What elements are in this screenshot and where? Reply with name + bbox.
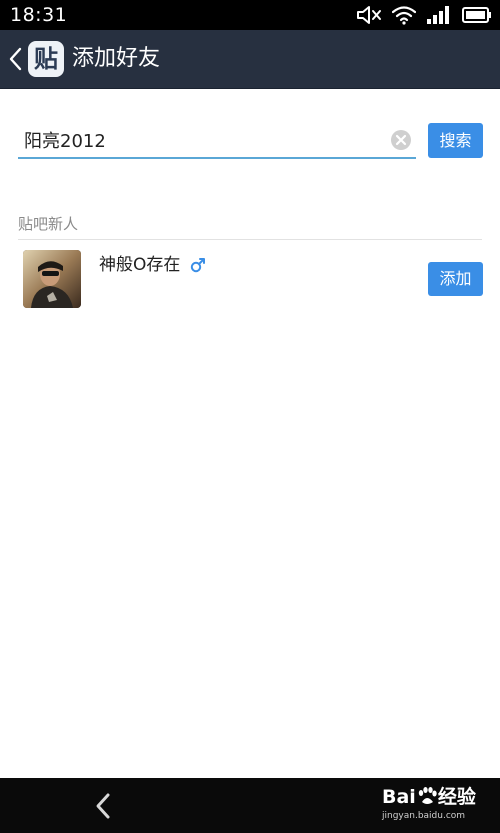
battery-icon	[462, 7, 491, 23]
watermark-url: jingyan.baidu.com	[382, 811, 466, 821]
list-item[interactable]: 神般O存在 ♂ 添加	[0, 240, 500, 316]
app-header: 贴 添加好友	[0, 30, 500, 89]
watermark-logo: Bai 经验	[382, 786, 476, 808]
user-name[interactable]: 神般O存在	[99, 253, 180, 277]
status-bar: 18:31	[0, 0, 500, 30]
search-input[interactable]	[18, 122, 384, 157]
signal-icon	[427, 6, 449, 24]
section-title: 贴吧新人	[18, 215, 79, 233]
baidu-watermark: Bai 经验 jingyan.baidu.com	[382, 782, 494, 828]
page-title: 添加好友	[72, 46, 161, 71]
clear-icon[interactable]	[390, 129, 412, 151]
search-box	[18, 122, 416, 159]
status-icons	[356, 4, 492, 26]
nav-back-icon[interactable]	[92, 792, 114, 820]
male-icon	[190, 258, 205, 273]
tieba-logo: 贴	[28, 41, 64, 77]
mute-icon	[357, 6, 381, 24]
avatar[interactable]	[23, 250, 81, 308]
nav-bar: Bai 经验 jingyan.baidu.com	[0, 778, 500, 833]
wifi-icon	[392, 6, 416, 25]
search-button[interactable]: 搜索	[428, 123, 483, 158]
paw-icon	[418, 787, 437, 804]
back-arrow-icon[interactable]	[6, 46, 24, 72]
add-friend-button[interactable]: 添加	[428, 262, 483, 296]
status-time: 18:31	[10, 4, 68, 26]
